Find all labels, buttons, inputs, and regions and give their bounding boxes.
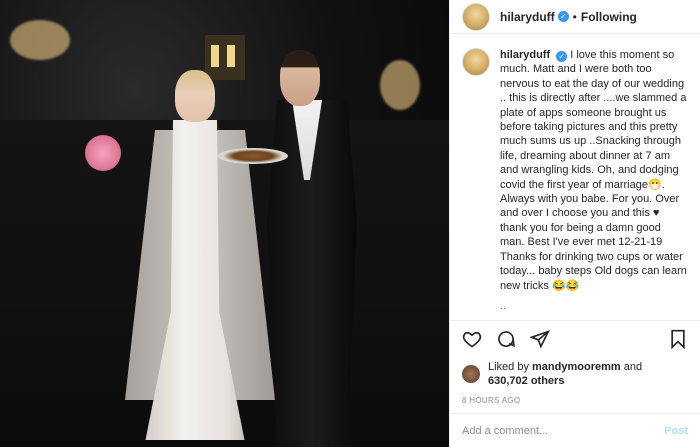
likes-summary: Liked by mandymooremm and 630,702 others (450, 356, 700, 392)
likes-text: Liked by mandymooremm and 630,702 others (488, 360, 642, 388)
comment-input[interactable]: Add a comment... (462, 425, 664, 437)
groom-head (280, 50, 320, 106)
heart-icon (462, 331, 482, 347)
header-username[interactable]: hilaryduff (500, 10, 555, 24)
bookmark-icon (671, 329, 685, 349)
likes-conj: and (620, 361, 643, 373)
background-house (205, 35, 245, 80)
post-comment-button[interactable]: Post (664, 425, 688, 437)
instagram-post: hilaryduff ✓ • Following hilaryduff ✓ I … (0, 0, 700, 447)
caption-text: I love this moment so much. Matt and I w… (500, 49, 687, 249)
caption: hilaryduff ✓ I love this moment so much.… (500, 48, 688, 312)
post-timestamp[interactable]: 8 HOURS AGO (450, 392, 700, 413)
verified-badge-icon: ✓ (557, 11, 569, 22)
comments-area: hilaryduff ✓ I love this moment so much.… (450, 34, 700, 320)
avatar[interactable] (462, 2, 490, 31)
liker-username[interactable]: mandymooremm (532, 361, 621, 373)
bouquet (85, 135, 121, 171)
caption-text-2: Thanks for drinking two cups or water to… (500, 250, 687, 292)
comment-button[interactable] (494, 327, 518, 351)
comment-icon (498, 330, 515, 347)
like-button[interactable] (460, 327, 484, 351)
liker-avatar[interactable] (462, 365, 480, 383)
plate-of-food (218, 148, 288, 164)
post-side-panel: hilaryduff ✓ • Following hilaryduff ✓ I … (449, 0, 700, 447)
bride (175, 70, 215, 122)
save-button[interactable] (666, 327, 690, 351)
action-bar (450, 320, 700, 356)
post-photo[interactable] (0, 0, 449, 447)
likes-prefix: Liked by (488, 361, 533, 373)
string-lights (380, 60, 420, 110)
following-button[interactable]: Following (581, 10, 637, 24)
caption-more: .. (500, 299, 507, 312)
share-icon (530, 329, 550, 349)
caption-username[interactable]: hilaryduff (500, 49, 550, 61)
likes-count[interactable]: 630,702 others (488, 375, 564, 387)
add-comment-bar: Add a comment... Post (450, 413, 700, 447)
separator-dot: • (572, 9, 577, 24)
verified-badge-icon: ✓ (556, 51, 568, 62)
caption-avatar[interactable] (462, 48, 490, 76)
post-header: hilaryduff ✓ • Following (450, 0, 700, 34)
share-button[interactable] (528, 327, 552, 351)
string-lights (10, 20, 70, 60)
